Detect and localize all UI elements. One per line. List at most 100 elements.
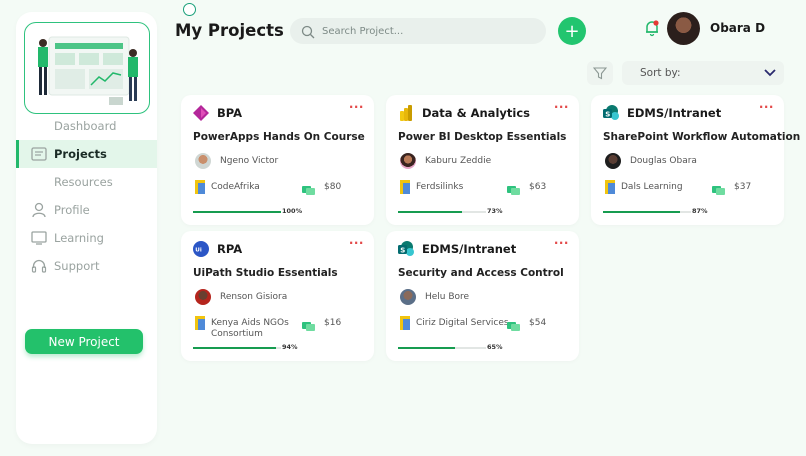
sidebar: Dashboard Projects Resources Profile Lea… — [16, 12, 157, 444]
money-icon — [507, 317, 521, 331]
project-category: EDMS/Intranet — [627, 106, 722, 120]
price: $16 — [324, 318, 342, 328]
sidebar-item-label: Resources — [54, 175, 113, 189]
search-icon — [301, 24, 315, 39]
instructor-avatar — [195, 289, 211, 305]
price: $54 — [529, 318, 547, 328]
more-options-icon[interactable]: ··· — [349, 236, 364, 250]
money-icon — [507, 181, 521, 195]
filter-button[interactable] — [587, 61, 613, 85]
progress-percent: 100% — [282, 207, 303, 215]
monitor-icon — [31, 230, 47, 246]
money-icon — [712, 181, 726, 195]
instructor-avatar — [605, 153, 621, 169]
course-title: PowerApps Hands On Course — [193, 131, 365, 143]
instructor-name: Ngeno Victor — [220, 156, 279, 166]
sidebar-item-dashboard[interactable]: Dashboard — [16, 112, 157, 140]
sidebar-item-profile[interactable]: Profile — [16, 196, 157, 224]
project-card[interactable]: Ui RPA ··· UiPath Studio Essentials Rens… — [181, 231, 374, 361]
more-options-icon[interactable]: ··· — [554, 100, 569, 114]
user-avatar[interactable] — [667, 12, 700, 45]
filter-icon — [593, 67, 607, 80]
progress-bar — [603, 211, 691, 213]
price: $80 — [324, 182, 342, 192]
building-icon — [398, 179, 412, 195]
instructor-avatar — [400, 153, 416, 169]
projects-icon — [31, 146, 47, 162]
sidebar-item-label: Dashboard — [54, 119, 117, 133]
sidebar-item-label: Profile — [54, 203, 90, 217]
app-frame: Dashboard Projects Resources Profile Lea… — [0, 0, 806, 456]
organization-name: Ferdsilinks — [416, 182, 464, 192]
user-icon — [31, 202, 47, 218]
more-options-icon[interactable]: ··· — [349, 100, 364, 114]
powerapps-icon — [193, 105, 209, 121]
search-input[interactable] — [322, 22, 532, 40]
svg-text:Ui: Ui — [195, 247, 202, 253]
building-icon — [603, 179, 617, 195]
project-card[interactable]: Data & Analytics ··· Power BI Desktop Es… — [386, 95, 579, 225]
instructor-name: Renson Gisiora — [220, 292, 288, 302]
sharepoint-icon: S — [603, 105, 619, 121]
building-icon — [193, 315, 207, 331]
sharepoint-icon: S — [398, 241, 414, 257]
organization-name: CodeAfrika — [211, 182, 260, 192]
instructor-avatar — [400, 289, 416, 305]
add-project-button[interactable]: + — [558, 17, 586, 45]
uipath-icon: Ui — [193, 241, 209, 257]
page-title: My Projects — [175, 21, 284, 40]
organization-name: Dals Learning — [621, 182, 683, 192]
notification-bell-icon[interactable] — [643, 19, 661, 37]
sidebar-item-label: Support — [54, 259, 100, 273]
project-category: Data & Analytics — [422, 106, 530, 120]
more-options-icon[interactable]: ··· — [554, 236, 569, 250]
sidebar-item-label: Learning — [54, 231, 104, 245]
course-title: Security and Access Control — [398, 267, 564, 279]
status-circle-icon — [183, 3, 196, 16]
sidebar-item-projects[interactable]: Projects — [16, 140, 157, 168]
chevron-down-icon — [764, 69, 776, 77]
price: $37 — [734, 182, 752, 192]
progress-percent: 65% — [487, 343, 503, 351]
sort-label: Sort by: — [640, 67, 681, 79]
progress-bar — [193, 211, 281, 213]
powerbi-icon — [398, 105, 414, 121]
course-title: Power BI Desktop Essentials — [398, 131, 567, 143]
progress-percent: 94% — [282, 343, 298, 351]
user-name[interactable]: Obara D — [710, 21, 765, 35]
more-options-icon[interactable]: ··· — [759, 100, 774, 114]
price: $63 — [529, 182, 547, 192]
sort-dropdown[interactable]: Sort by: — [622, 61, 784, 85]
sidebar-item-support[interactable]: Support — [16, 252, 157, 280]
project-card[interactable]: BPA ··· PowerApps Hands On Course Ngeno … — [181, 95, 374, 225]
hero-illustration — [24, 22, 150, 114]
instructor-name: Helu Bore — [425, 292, 470, 302]
headset-icon — [31, 258, 47, 274]
progress-bar-fill — [193, 347, 276, 349]
svg-text:S: S — [400, 247, 405, 255]
instructor-name: Douglas Obara — [630, 156, 697, 166]
new-project-button[interactable]: New Project — [25, 329, 143, 354]
sidebar-item-learning[interactable]: Learning — [16, 224, 157, 252]
building-icon — [193, 179, 207, 195]
project-category: EDMS/Intranet — [422, 242, 517, 256]
instructor-avatar — [195, 153, 211, 169]
progress-bar-fill — [603, 211, 680, 213]
progress-bar — [398, 347, 486, 349]
instructor-name: Kaburu Zeddie — [425, 156, 492, 166]
progress-bar — [398, 211, 486, 213]
sidebar-item-resources[interactable]: Resources — [16, 168, 157, 196]
progress-bar-fill — [398, 347, 456, 349]
money-icon — [302, 181, 316, 195]
progress-percent: 73% — [487, 207, 503, 215]
project-category: BPA — [217, 106, 243, 120]
course-title: UiPath Studio Essentials — [193, 267, 338, 279]
search-bar — [290, 18, 546, 44]
project-category: RPA — [217, 242, 243, 256]
sidebar-item-label: Projects — [54, 147, 107, 161]
money-icon — [302, 317, 316, 331]
building-icon — [398, 315, 412, 331]
progress-percent: 87% — [692, 207, 708, 215]
project-card[interactable]: S EDMS/Intranet ··· Security and Access … — [386, 231, 579, 361]
project-card[interactable]: S EDMS/Intranet ··· SharePoint Workflow … — [591, 95, 800, 225]
